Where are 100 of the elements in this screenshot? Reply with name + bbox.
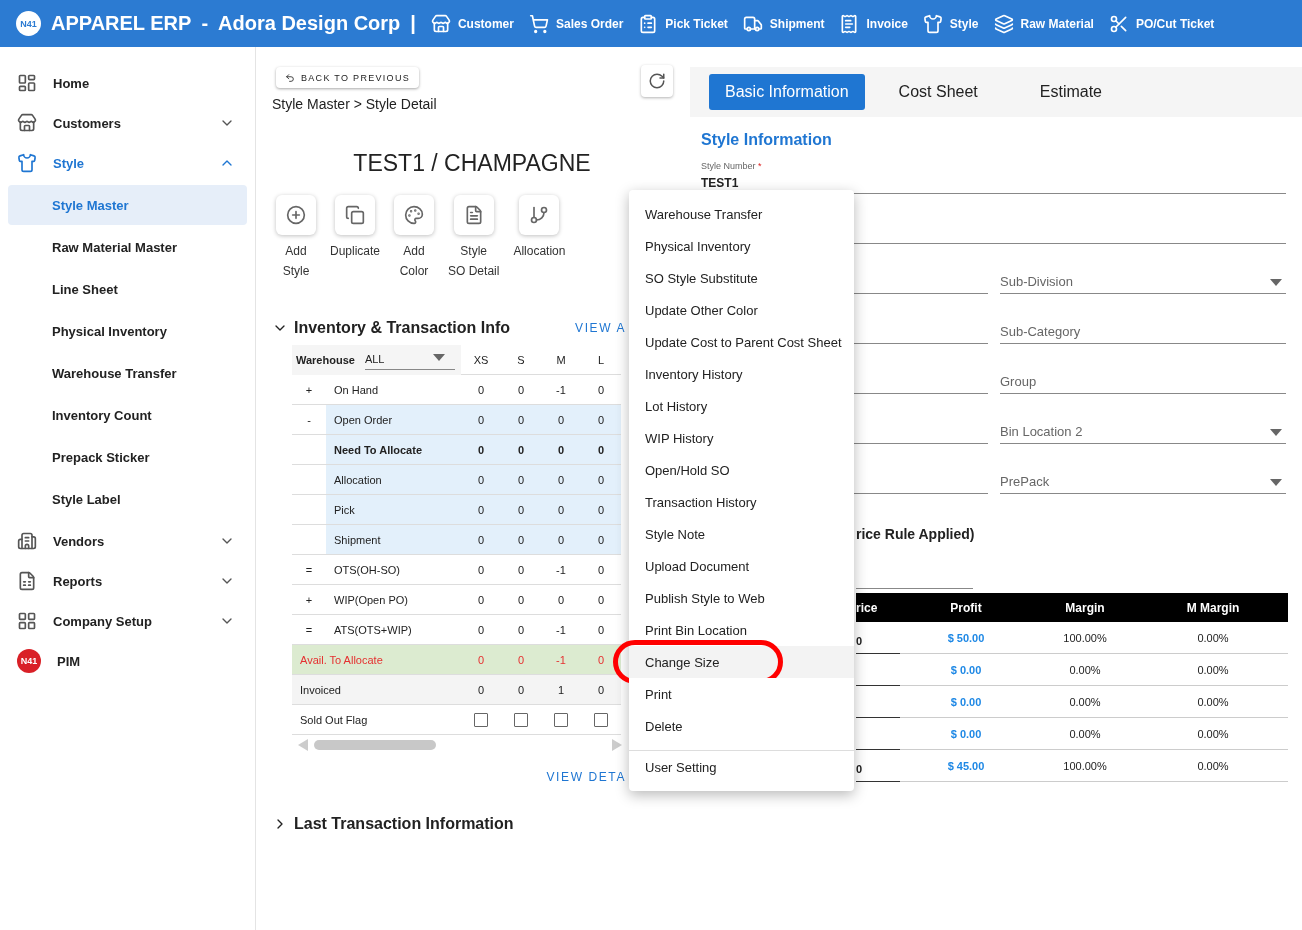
table-cell: 0.00%: [1197, 727, 1229, 740]
column-header: M Margin: [1185, 600, 1241, 615]
checkbox[interactable]: [594, 712, 608, 727]
row-sign: +: [305, 593, 313, 606]
menu-item[interactable]: Open/Hold SO: [629, 454, 854, 486]
table-cell: 0: [856, 634, 863, 647]
row-label: Allocation: [334, 473, 382, 486]
row-label: WIP(Open PO): [334, 593, 408, 606]
menu-item[interactable]: Style Note: [629, 518, 854, 550]
tab[interactable]: Estimate: [1023, 74, 1118, 110]
menu-item[interactable]: Upload Document: [629, 550, 854, 582]
dropdown-field[interactable]: Group: [1000, 344, 1286, 394]
sidebar-subitem[interactable]: Style Label: [8, 479, 247, 519]
dropdown-arrow-icon: [1270, 479, 1282, 486]
table-cell: 0: [517, 533, 525, 546]
menu-item[interactable]: Warehouse Transfer: [629, 198, 854, 230]
menu-item[interactable]: Physical Inventory: [629, 230, 854, 262]
menu-item[interactable]: SO Style Substitute: [629, 262, 854, 294]
row-label: OTS(OH-SO): [334, 563, 400, 576]
table-cell: 0: [477, 653, 485, 666]
sidebar-item[interactable]: Company Setup: [0, 601, 255, 641]
action-button[interactable]: Add Style: [276, 195, 316, 281]
sidebar-subitem[interactable]: Inventory Count: [8, 395, 247, 435]
menu-item[interactable]: User Setting: [629, 751, 854, 783]
sidebar-item[interactable]: N41 PIM: [0, 641, 255, 681]
table-cell: 0: [517, 413, 525, 426]
table-cell: 0: [477, 413, 485, 426]
menu-item[interactable]: Inventory History: [629, 358, 854, 390]
menu-item[interactable]: Publish Style to Web: [629, 582, 854, 614]
action-button[interactable]: Allocation: [513, 195, 566, 281]
store-icon: [430, 13, 451, 34]
view-details-link[interactable]: VIEW DETA: [546, 770, 626, 784]
table-cell: 0: [597, 503, 605, 516]
menu-item[interactable]: Update Cost to Parent Cost Sheet: [629, 326, 854, 358]
nav-link[interactable]: PO/Cut Ticket: [1108, 13, 1215, 34]
nav-link[interactable]: Invoice: [839, 13, 908, 34]
receipt-icon: [839, 13, 860, 34]
dropdown-field[interactable]: PrePack: [1000, 444, 1286, 494]
dropdown-arrow-icon: [432, 353, 445, 361]
column-header: Margin: [1064, 600, 1106, 615]
sidebar-subitem[interactable]: Physical Inventory: [8, 311, 247, 351]
action-button[interactable]: Duplicate: [330, 195, 381, 281]
view-all-link[interactable]: VIEW A: [575, 321, 626, 335]
table-cell: $ 50.00: [947, 631, 985, 644]
tab[interactable]: Cost Sheet: [882, 74, 994, 110]
menu-item[interactable]: Transaction History: [629, 486, 854, 518]
table-cell: 0.00%: [1197, 663, 1229, 676]
row-label: Avail. To Allocate: [300, 653, 383, 666]
menu-item[interactable]: Update Other Color: [629, 294, 854, 326]
action-button[interactable]: Style SO Detail: [448, 195, 500, 281]
sidebar-subitem[interactable]: Line Sheet: [8, 269, 247, 309]
row-label: On Hand: [334, 383, 379, 396]
table-cell: 0: [597, 443, 605, 456]
table-cell: -1: [556, 653, 566, 666]
breadcrumb: Style Master > Style Detail: [272, 96, 438, 112]
checkbox[interactable]: [554, 712, 568, 727]
sidebar-item[interactable]: Style: [0, 143, 255, 183]
building-icon: [17, 531, 37, 551]
sidebar-subitem[interactable]: Prepack Sticker: [8, 437, 247, 477]
row-sign: -: [307, 413, 311, 426]
action-button[interactable]: Add Color: [394, 195, 435, 281]
menu-item[interactable]: WIP History: [629, 422, 854, 454]
table-cell: 0: [597, 593, 605, 606]
sidebar-subitem[interactable]: Raw Material Master: [8, 227, 247, 267]
sidebar-item[interactable]: Vendors: [0, 521, 255, 561]
back-button[interactable]: BACK TO PREVIOUS: [276, 67, 419, 88]
refresh-button[interactable]: [641, 65, 673, 97]
sidebar-item[interactable]: Customers: [0, 103, 255, 143]
dropdown-field[interactable]: Sub-Division: [1000, 244, 1286, 294]
nav-link[interactable]: Sales Order: [528, 13, 624, 34]
dropdown-arrow-icon: [1270, 279, 1282, 286]
sidebar-item[interactable]: Home: [0, 63, 255, 103]
menu-item[interactable]: Lot History: [629, 390, 854, 422]
dropdown-field[interactable]: Sub-Category: [1000, 294, 1286, 344]
sidebar-subitem[interactable]: Warehouse Transfer: [8, 353, 247, 393]
spreadsheet-icon: [17, 571, 37, 591]
row-sign: =: [305, 563, 313, 576]
sidebar-subitem[interactable]: Style Master: [8, 185, 247, 225]
style-title: TEST1 / CHAMPAGNE: [352, 150, 592, 177]
menu-item[interactable]: Delete: [629, 710, 854, 742]
menu-item[interactable]: Change Size: [629, 646, 854, 678]
warehouse-select[interactable]: ALL: [364, 350, 455, 370]
checkbox[interactable]: [514, 712, 528, 727]
shirt-icon: [17, 153, 37, 173]
table-cell: 0: [597, 473, 605, 486]
table-cell: 100.00%: [1063, 759, 1107, 772]
nav-link[interactable]: Pick Ticket: [638, 13, 728, 34]
nav-link[interactable]: Style: [922, 13, 979, 34]
sidebar-item[interactable]: Reports: [0, 561, 255, 601]
dropdown-field[interactable]: Bin Location 2: [1000, 394, 1286, 444]
scrollbar-thumb[interactable]: [314, 740, 436, 750]
menu-item[interactable]: Print: [629, 678, 854, 710]
tab[interactable]: Basic Information: [709, 74, 865, 110]
nav-link[interactable]: Shipment: [742, 13, 825, 34]
nav-link[interactable]: Raw Material: [993, 13, 1094, 34]
section-title: Inventory & Transaction Info: [294, 319, 512, 337]
back-arrow-icon: [285, 72, 295, 83]
nav-link[interactable]: Customer: [430, 13, 514, 34]
checkbox[interactable]: [474, 712, 488, 727]
table-cell: 0.00%: [1197, 695, 1229, 708]
